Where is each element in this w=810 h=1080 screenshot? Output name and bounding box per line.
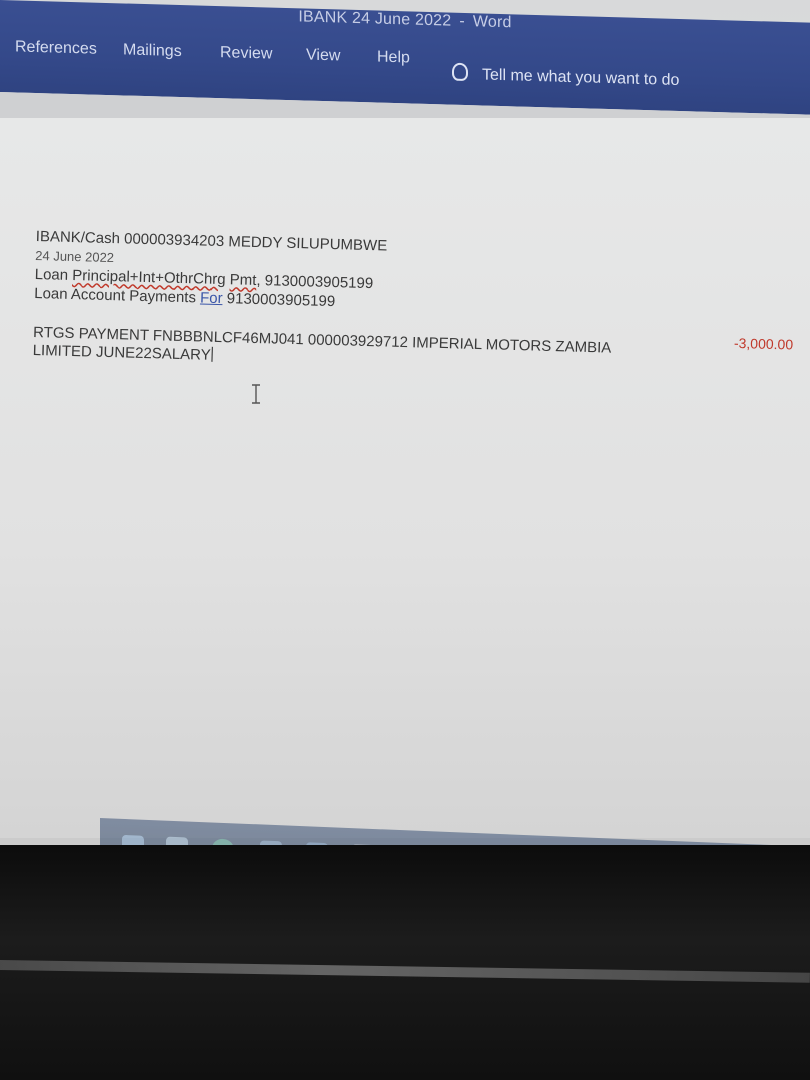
tab-help[interactable]: Help xyxy=(377,49,410,68)
account-number: , 9130003905199 xyxy=(256,271,374,293)
app-name: Word xyxy=(472,13,512,32)
tab-mailings[interactable]: Mailings xyxy=(123,41,182,61)
title-separator: - xyxy=(459,12,465,30)
account-number: 9130003905199 xyxy=(222,290,336,311)
grammar-word[interactable]: For xyxy=(200,289,223,307)
document-page[interactable] xyxy=(0,118,810,838)
tab-view[interactable]: View xyxy=(306,47,340,66)
transaction-date: 24 June 2022 xyxy=(35,247,115,266)
document-name: IBANK 24 June 2022 xyxy=(298,8,452,30)
spellcheck-word[interactable]: Pmt xyxy=(230,271,257,289)
tab-review[interactable]: Review xyxy=(220,44,272,63)
loan-label: Loan xyxy=(34,265,73,284)
ribbon-tabs: References Mailings Review View Help xyxy=(0,38,810,97)
tab-references[interactable]: References xyxy=(15,38,97,58)
text-ibeam-cursor-icon xyxy=(252,384,260,404)
window-title: IBANK 24 June 2022- Word xyxy=(0,0,810,41)
lightbulb-icon xyxy=(452,62,468,82)
amount-value: -3,000.00 xyxy=(733,334,794,353)
screen: IBANK 24 June 2022- Word References Maili… xyxy=(0,0,810,875)
